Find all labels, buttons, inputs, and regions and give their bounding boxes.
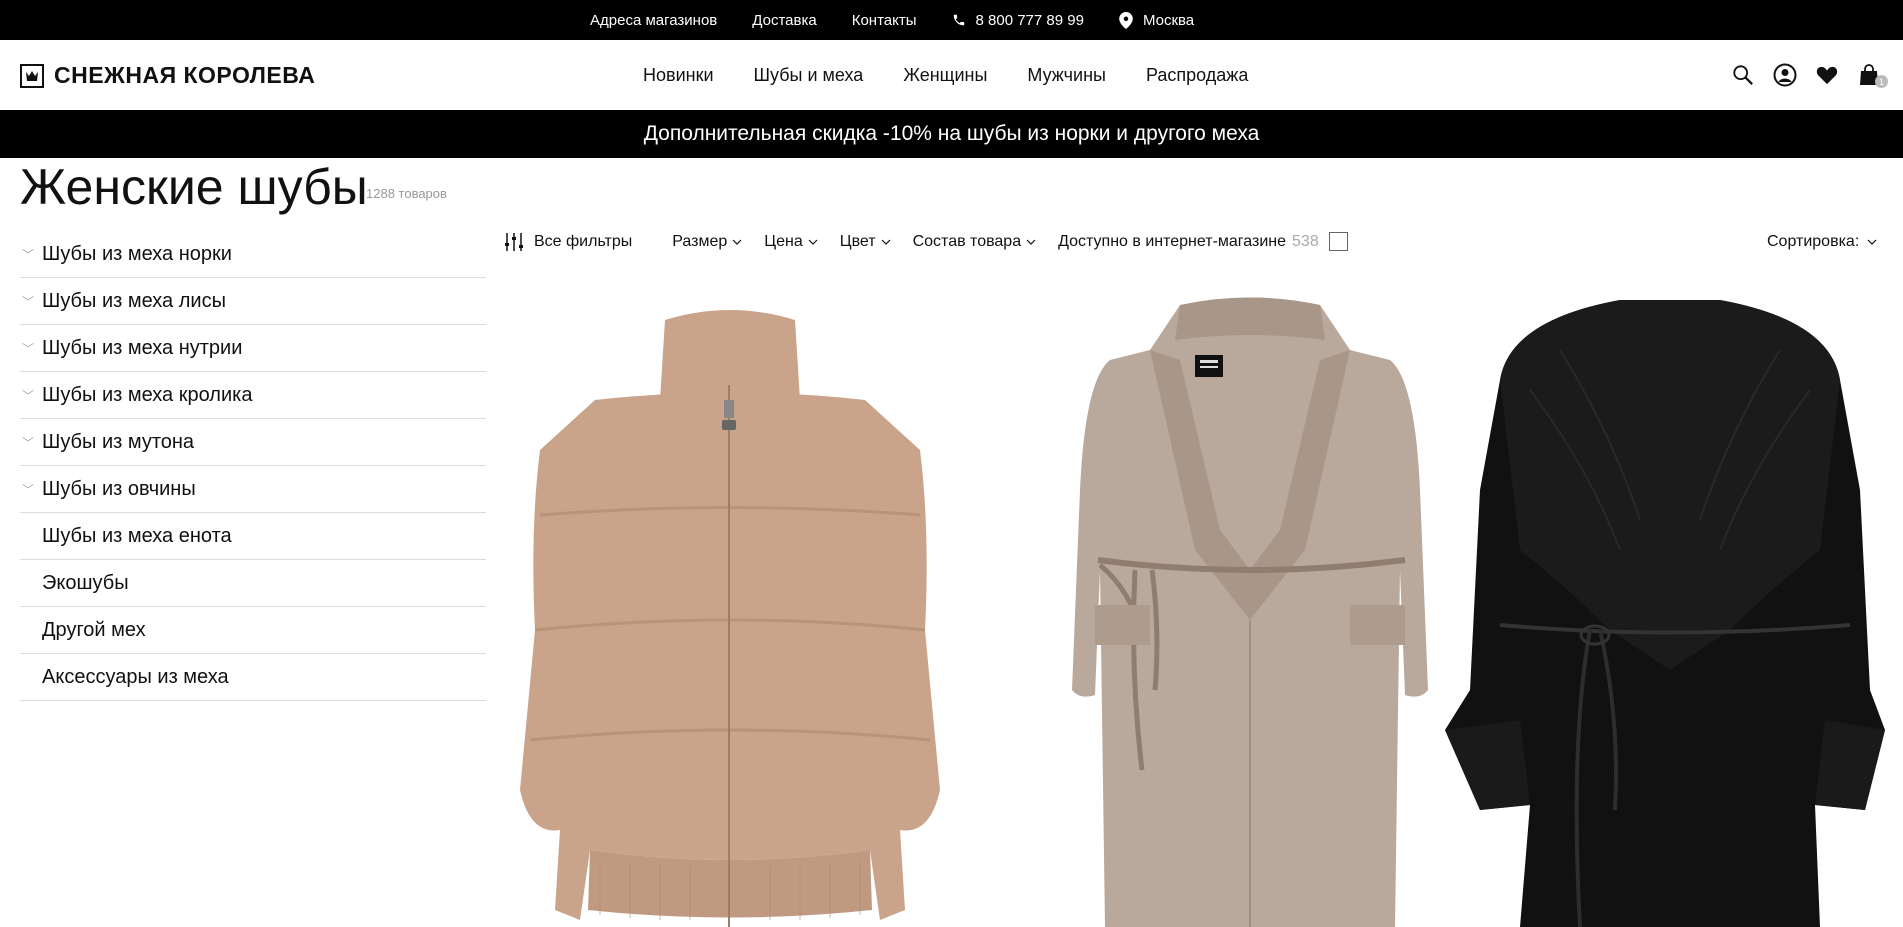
category-item-sheepskin[interactable]: ﹀ Шубы из овчины: [20, 466, 486, 513]
size-filter-label: Размер: [672, 232, 728, 250]
category-item-mouton[interactable]: ﹀ Шубы из мутона: [20, 419, 486, 466]
size-filter[interactable]: Размер: [672, 233, 742, 251]
nav-item-sale[interactable]: Распродажа: [1146, 65, 1248, 86]
nav-item-new[interactable]: Новинки: [643, 65, 714, 86]
chevron-down-icon: [732, 239, 742, 245]
user-icon[interactable]: [1772, 62, 1798, 88]
product-image: [520, 310, 940, 927]
search-icon[interactable]: [1730, 62, 1756, 88]
chevron-down-icon: ﹀: [22, 294, 35, 309]
contacts-link[interactable]: Контакты: [852, 12, 917, 29]
product-image: [1072, 297, 1428, 927]
category-sidebar: ﹀ Шубы из меха норки ﹀ Шубы из меха лисы ﹀…: [20, 231, 486, 701]
available-online-label: Доступно в интернет-магазине: [1058, 232, 1287, 250]
product-card-taupe-coat[interactable]: [1020, 290, 1480, 927]
chevron-down-icon: ﹀: [22, 341, 35, 356]
category-label: Шубы из меха норки: [42, 242, 232, 265]
product-card-black-coat[interactable]: [1440, 290, 1900, 927]
price-filter-label: Цена: [764, 232, 803, 250]
main-header: СНЕЖНАЯ КОРОЛЕВА Новинки Шубы и меха Жен…: [0, 40, 1903, 110]
city-selector[interactable]: Москва: [1119, 11, 1195, 29]
available-online-filter[interactable]: Доступно в интернет-магазине 538: [1058, 232, 1348, 251]
price-filter[interactable]: Цена: [764, 232, 818, 251]
category-label: Шубы из овчины: [42, 477, 196, 500]
composition-filter-label: Состав товара: [912, 232, 1022, 250]
chevron-down-icon: ﹀: [22, 482, 35, 497]
sort-dropdown[interactable]: Сортировка:: [1767, 225, 1877, 258]
item-count: 1288 товаров: [366, 186, 447, 201]
category-item-other[interactable]: Другой мех: [20, 607, 486, 654]
available-count: 538: [1292, 232, 1319, 250]
sort-label: Сортировка:: [1767, 232, 1860, 250]
logo[interactable]: СНЕЖНАЯ КОРОЛЕВА: [20, 62, 315, 89]
location-pin-icon: [1119, 11, 1133, 29]
chevron-down-icon: ﹀: [22, 388, 35, 403]
nav-item-furs[interactable]: Шубы и меха: [754, 65, 864, 86]
category-label: Шубы из меха енота: [42, 524, 232, 547]
city-name: Москва: [1142, 11, 1195, 29]
category-item-eco[interactable]: Экошубы: [20, 560, 486, 607]
color-filter-label: Цвет: [839, 232, 876, 250]
heart-icon[interactable]: [1814, 62, 1840, 88]
promo-text: Дополнительная скидка -10% на шубы из но…: [643, 122, 1260, 145]
all-filters-button[interactable]: Все фильтры: [504, 232, 632, 252]
sliders-icon: [505, 232, 523, 251]
chevron-down-icon: [1026, 239, 1036, 245]
promo-banner[interactable]: Дополнительная скидка -10% на шубы из но…: [0, 110, 1903, 158]
phone-icon: [953, 14, 964, 26]
category-label: Аксессуары из меха: [42, 665, 229, 688]
color-filter[interactable]: Цвет: [840, 233, 891, 251]
category-item-mink[interactable]: ﹀ Шубы из меха норки: [20, 231, 486, 278]
phone-link[interactable]: 8 800 777 89 99: [952, 12, 1084, 29]
category-item-accessories[interactable]: Аксессуары из меха: [20, 654, 486, 701]
cart-count-badge: 1: [1875, 75, 1888, 88]
stores-link[interactable]: Адреса магазинов: [590, 12, 717, 29]
category-label: Шубы из мутона: [42, 430, 195, 453]
category-label: Шубы из меха лисы: [42, 289, 226, 312]
chevron-down-icon: [808, 239, 818, 245]
category-label: Шубы из меха кролика: [42, 383, 253, 406]
category-item-rabbit[interactable]: ﹀ Шубы из меха кролика: [20, 372, 486, 419]
category-label: Шубы из меха нутрии: [42, 336, 243, 359]
top-links: Адреса магазинов Доставка Контакты 8 800…: [590, 0, 1229, 40]
category-label: Другой мех: [42, 618, 146, 641]
product-image: [1445, 300, 1885, 927]
all-filters-label: Все фильтры: [534, 232, 633, 250]
top-bar: Адреса магазинов Доставка Контакты 8 800…: [0, 0, 1903, 40]
composition-filter[interactable]: Состав товара: [913, 233, 1037, 251]
category-item-raccoon[interactable]: Шубы из меха енота: [20, 513, 486, 560]
bag-icon[interactable]: 1: [1856, 62, 1888, 88]
delivery-link[interactable]: Доставка: [752, 12, 816, 29]
category-item-fox[interactable]: ﹀ Шубы из меха лисы: [20, 278, 486, 325]
category-label: Экошубы: [42, 571, 129, 594]
chevron-down-icon: [1867, 239, 1877, 245]
logo-text: СНЕЖНАЯ КОРОЛЕВА: [54, 62, 316, 88]
nav-item-men[interactable]: Мужчины: [1027, 65, 1106, 86]
available-online-checkbox[interactable]: [1328, 232, 1348, 251]
main-nav: Новинки Шубы и меха Женщины Мужчины Расп…: [643, 40, 1288, 110]
filters-bar: Все фильтры Размер Цена Цвет Состав това…: [504, 225, 1370, 258]
product-card-beige-jacket[interactable]: [500, 290, 960, 927]
page-title: Женские шубы: [20, 159, 368, 215]
phone-number: 8 800 777 89 99: [975, 11, 1084, 29]
chevron-down-icon: ﹀: [22, 247, 35, 262]
chevron-down-icon: ﹀: [22, 435, 35, 450]
crown-logo-icon: [20, 63, 44, 88]
chevron-down-icon: [881, 239, 891, 245]
category-item-nutria[interactable]: ﹀ Шубы из меха нутрии: [20, 325, 486, 372]
nav-item-women[interactable]: Женщины: [903, 65, 987, 86]
header-icons: 1: [1730, 62, 1898, 88]
